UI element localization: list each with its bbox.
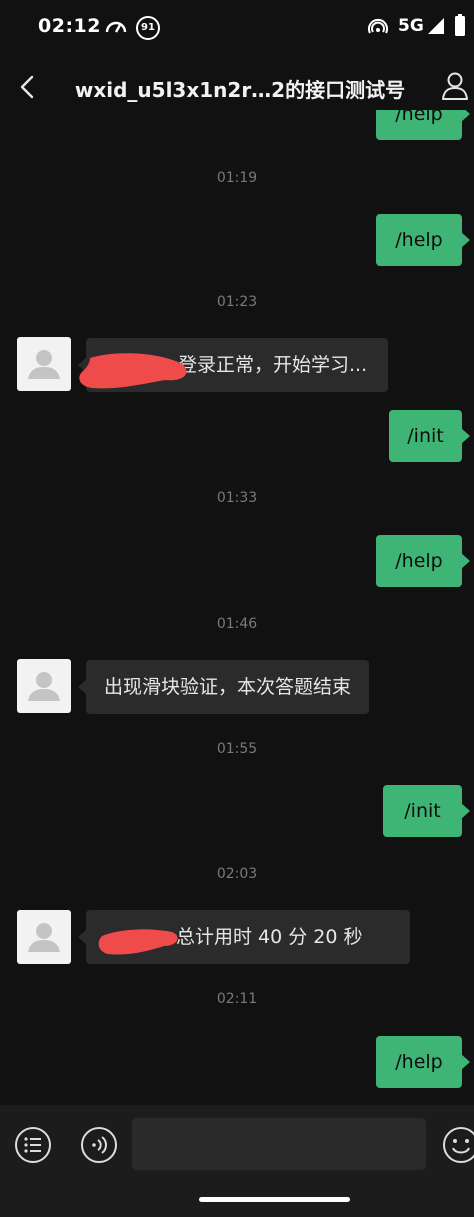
message-text: /help (395, 110, 443, 125)
message-text: /help (395, 1051, 443, 1073)
system-nav-bar (0, 1185, 474, 1217)
message-text: 总计用时 40 分 20 秒 (176, 926, 363, 948)
message-input[interactable] (132, 1118, 426, 1170)
outgoing-message[interactable]: /help (376, 1036, 470, 1088)
voice-icon[interactable] (80, 1126, 118, 1164)
default-avatar-icon (28, 923, 60, 952)
network-type: 5G (398, 16, 424, 36)
outgoing-message[interactable]: /init (383, 785, 470, 837)
timestamp: 01:23 (216, 294, 258, 310)
avatar[interactable] (17, 659, 71, 713)
profile-icon[interactable] (440, 70, 470, 102)
message-text: 出现滑块验证，本次答题结束 (104, 676, 352, 698)
status-bar: 02:12 91 5G (0, 0, 474, 54)
default-avatar-icon (28, 672, 60, 701)
signal-icon (428, 18, 444, 34)
avatar[interactable] (17, 910, 71, 964)
avatar[interactable] (17, 337, 71, 391)
incoming-message[interactable]: 出现滑块验证，本次答题结束 (78, 660, 370, 714)
list-icon[interactable] (14, 1126, 52, 1164)
timestamp: 02:03 (216, 866, 258, 882)
home-indicator[interactable] (199, 1197, 350, 1202)
timestamp: 01:33 (216, 490, 258, 506)
emoji-icon[interactable] (442, 1126, 474, 1164)
input-bar (0, 1105, 474, 1185)
message-list[interactable]: /help 01:19 /help 01:23 登录正常，开始学习... /in… (0, 110, 474, 1105)
message-text: /help (395, 550, 443, 572)
outgoing-message[interactable]: /help (376, 535, 470, 587)
hotspot-icon (368, 18, 388, 34)
redaction-mark (98, 929, 178, 955)
timestamp: 01:55 (216, 741, 258, 757)
outgoing-message[interactable]: /init (389, 410, 470, 462)
battery-icon (455, 14, 465, 36)
message-text: /init (407, 425, 444, 447)
timestamp: 02:11 (216, 991, 258, 1007)
default-avatar-icon (28, 350, 60, 379)
status-time: 02:12 (38, 15, 101, 37)
notification-badge: 91 (136, 16, 160, 40)
chat-title: wxid_u5l3x1n2r…2的接口测试号 (74, 78, 406, 102)
message-text: 登录正常，开始学习... (178, 354, 368, 376)
outgoing-message[interactable]: /help (376, 110, 470, 140)
timestamp: 01:46 (216, 616, 258, 632)
timestamp: 01:19 (216, 170, 258, 186)
redaction-mark (79, 353, 187, 389)
speedometer-icon (105, 21, 127, 33)
message-text: /help (395, 229, 443, 251)
outgoing-message[interactable]: /help (376, 214, 470, 266)
back-arrow-icon[interactable] (14, 72, 42, 102)
message-text: /init (404, 800, 441, 822)
